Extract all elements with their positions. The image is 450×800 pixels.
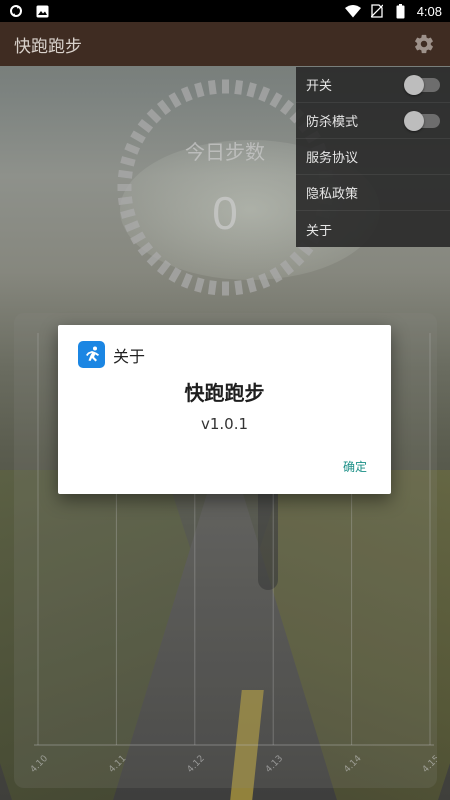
chart-x-tick-label: 4.15 <box>421 754 437 775</box>
menu-item-anti-kill-mode[interactable]: 防杀模式 <box>296 103 450 139</box>
menu-item-privacy-policy[interactable]: 隐私政策 <box>296 175 450 211</box>
chart-x-tick-label: 4.12 <box>186 754 207 775</box>
menu-item-switch[interactable]: 开关 <box>296 67 450 103</box>
chart-x-tick-label: 4.13 <box>264 754 285 775</box>
menu-item-label: 服务协议 <box>306 151 359 166</box>
toggle-knob <box>404 74 424 95</box>
ring-tick <box>146 251 162 267</box>
status-time: 4:08 <box>416 3 442 19</box>
menu-item-service-agreement[interactable]: 服务协议 <box>296 139 450 175</box>
image-icon <box>34 3 50 19</box>
ring-tick <box>234 280 244 296</box>
ring-tick <box>269 92 283 108</box>
sync-icon <box>8 3 24 19</box>
status-bar: 4:08 <box>0 0 450 22</box>
ring-tick <box>234 79 244 95</box>
ring-tick <box>180 86 193 102</box>
ring-tick <box>279 259 295 276</box>
ring-tick <box>137 118 154 134</box>
dialog-app-name: 快跑跑步 <box>184 381 265 405</box>
app-bar: 快跑跑步 <box>0 22 450 66</box>
dialog-version: v1.0.1 <box>200 415 249 433</box>
gear-icon <box>415 34 433 54</box>
confirm-button[interactable]: 确定 <box>343 458 367 475</box>
ring-tick <box>258 273 271 289</box>
ring-tick <box>279 99 295 116</box>
wifi-icon <box>344 3 361 19</box>
settings-button[interactable] <box>412 32 436 56</box>
ring-tick <box>246 82 257 98</box>
menu-item-about[interactable]: 关于 <box>296 211 450 247</box>
anti-kill-toggle[interactable] <box>404 110 440 131</box>
menu-item-label: 开关 <box>306 79 333 94</box>
battery-icon <box>393 3 409 19</box>
ring-tick <box>180 273 193 289</box>
ring-tick <box>269 267 283 283</box>
ring-tick <box>207 280 217 296</box>
ring-tick <box>137 241 154 257</box>
ring-tick <box>168 267 182 283</box>
chart-x-tick-label: 4.10 <box>29 754 50 775</box>
ring-tick <box>168 92 182 108</box>
ring-tick <box>194 277 205 293</box>
menu-item-label: 防杀模式 <box>306 115 359 130</box>
menu-item-label: 关于 <box>306 223 333 239</box>
ring-tick <box>117 169 133 179</box>
about-dialog: 关于 快跑跑步 v1.0.1 确定 <box>58 325 391 494</box>
overflow-menu: 开关 防杀模式 服务协议 隐私政策 关于 <box>296 67 450 247</box>
app-title: 快跑跑步 <box>14 36 82 57</box>
ring-tick <box>207 79 217 95</box>
toggle-knob <box>404 110 424 131</box>
chart-x-tick-label: 4.14 <box>342 754 363 775</box>
dialog-header: 关于 <box>78 341 145 368</box>
ring-tick <box>156 99 172 116</box>
ring-tick <box>156 259 172 276</box>
dialog-title: 关于 <box>113 346 146 366</box>
ring-tick <box>289 251 305 267</box>
chart-x-tick-label: 4.11 <box>107 754 128 775</box>
ring-tick <box>246 277 257 293</box>
ring-tick <box>194 82 205 98</box>
ring-tick <box>258 86 271 102</box>
runner-icon <box>78 341 105 368</box>
switch-toggle[interactable] <box>404 74 440 95</box>
ring-tick <box>146 108 162 124</box>
no-sim-icon <box>369 3 385 19</box>
menu-item-label: 隐私政策 <box>306 187 359 202</box>
